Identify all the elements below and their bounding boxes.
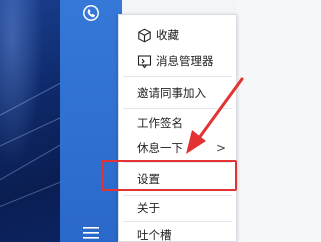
menu-divider [123,108,232,109]
menu-item-label: 收藏 [156,28,179,42]
menu-item-invite-colleagues[interactable]: 邀请同事加入 [119,81,236,105]
cloud-phone-icon[interactable] [82,4,100,22]
menu-item-favorites[interactable]: 收藏 [119,23,236,47]
chevron-right-icon: > [215,141,226,155]
app-content-area [237,0,321,242]
settings-dropdown-menu: 收藏 消息管理器 邀请同事加入 工作签名 休息一下 > 设置 关于 吐个槽 [118,14,237,242]
hamburger-menu-icon[interactable] [81,226,101,240]
menu-item-label: 邀请同事加入 [137,86,206,100]
menu-item-work-signature[interactable]: 工作签名 [119,111,236,135]
settings-highlight-box [101,160,237,191]
menu-divider [123,76,232,77]
desktop-background [0,0,60,242]
menu-divider [123,221,232,222]
menu-item-label: 消息管理器 [156,54,214,68]
menu-item-label: 关于 [137,201,160,215]
menu-item-label: 休息一下 [137,141,183,155]
menu-item-about[interactable]: 关于 [119,196,236,220]
menu-item-feedback[interactable]: 吐个槽 [119,223,236,242]
menu-item-take-a-break[interactable]: 休息一下 > [119,136,236,160]
menu-item-label: 吐个槽 [137,228,172,242]
app-sidebar [60,0,122,242]
box-icon [136,27,152,43]
menu-item-message-manager[interactable]: 消息管理器 [119,49,236,73]
menu-item-label: 工作签名 [137,116,183,130]
message-manager-icon [136,53,152,69]
